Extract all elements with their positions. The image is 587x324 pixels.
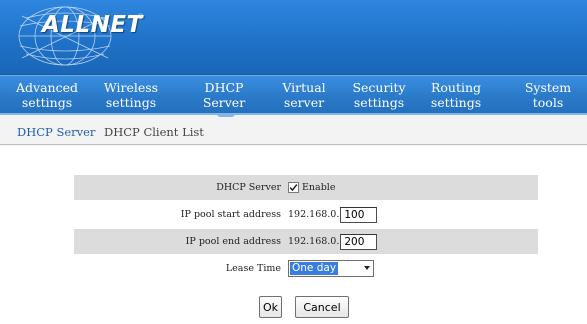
pool-start-label: IP pool start address — [180, 209, 281, 220]
checkmark-icon — [289, 184, 298, 192]
lease-time-select[interactable]: One day — [288, 260, 374, 277]
pool-start-row: IP pool start address 192.168.0. — [74, 202, 538, 227]
header-banner: ALLNET ® — [0, 0, 587, 75]
registered-mark: ® — [137, 13, 144, 21]
pool-end-row: IP pool end address 192.168.0. — [74, 229, 538, 254]
pool-end-input[interactable] — [340, 233, 378, 250]
dhcp-enable-checkbox[interactable] — [288, 182, 299, 193]
brand-logo-text: ALLNET — [42, 12, 143, 38]
dhcp-server-row: DHCP Server Enable — [74, 175, 538, 200]
pool-end-label: IP pool end address — [185, 236, 281, 247]
sub-navigation: DHCP Server DHCP Client List — [0, 117, 587, 145]
nav-item-advanced-settings[interactable]: Advanced settings — [11, 80, 83, 112]
subnav-item-dhcp-server[interactable]: DHCP Server — [17, 125, 95, 139]
ok-button[interactable]: Ok — [259, 296, 282, 318]
nav-item-wireless-settings[interactable]: Wireless settings — [95, 80, 167, 112]
main-navigation: Advanced settings Wireless settings DHCP… — [0, 75, 587, 115]
dhcp-server-label: DHCP Server — [216, 182, 281, 193]
cancel-button[interactable]: Cancel — [295, 296, 349, 318]
lease-time-label: Lease Time — [225, 263, 281, 274]
lease-time-selected-value: One day — [290, 262, 339, 275]
dhcp-enable-label: Enable — [302, 182, 336, 193]
nav-item-virtual-server[interactable]: Virtual server — [268, 80, 340, 112]
subnav-item-dhcp-client-list[interactable]: DHCP Client List — [104, 125, 204, 139]
nav-item-security-settings[interactable]: Security settings — [343, 80, 415, 112]
lease-time-row: Lease Time One day — [74, 256, 538, 281]
nav-item-dhcp-server[interactable]: DHCP Server — [188, 80, 260, 112]
pool-start-prefix: 192.168.0. — [288, 209, 340, 220]
nav-item-system-tools[interactable]: System tools — [512, 80, 584, 112]
pool-start-input[interactable] — [340, 206, 378, 223]
nav-item-routing-settings[interactable]: Routing settings — [420, 80, 492, 112]
dropdown-arrow-icon — [364, 266, 370, 270]
pool-end-prefix: 192.168.0. — [288, 236, 340, 247]
